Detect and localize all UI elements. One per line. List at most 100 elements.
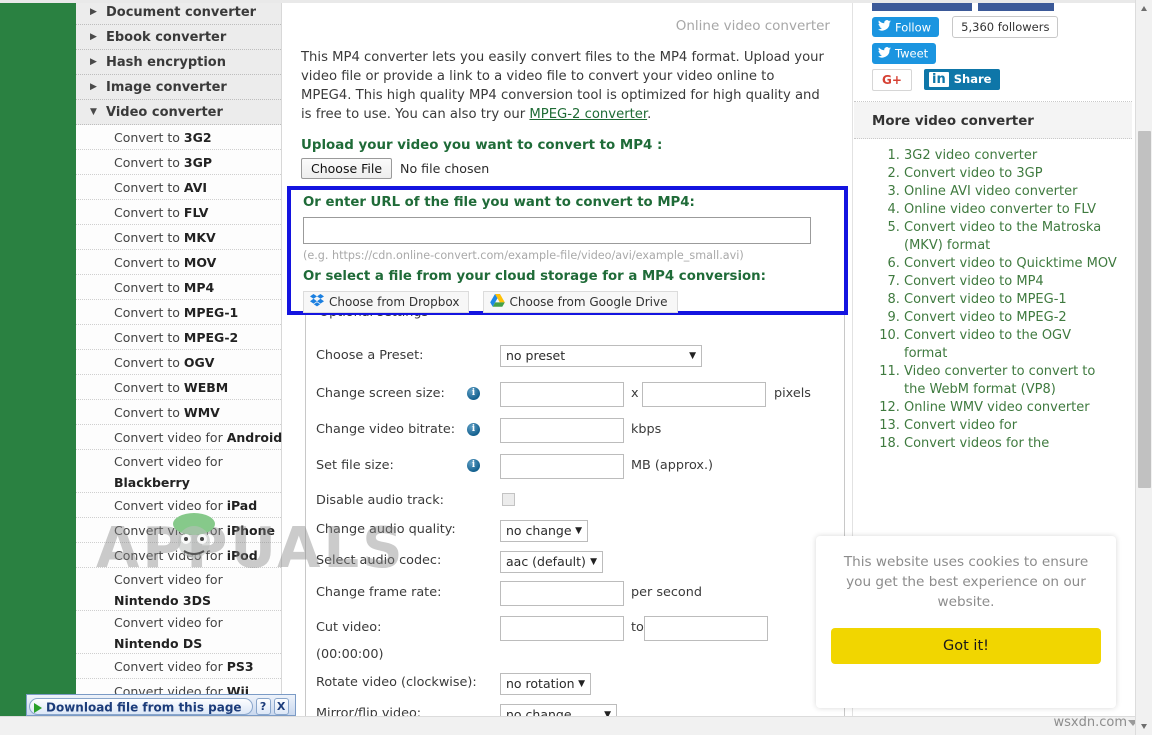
no-file-chosen-label: No file chosen [400,161,490,176]
row-cut-video-format: (00:00:00) [306,647,846,669]
nav-item[interactable]: Convert to OGV [76,350,281,375]
nav-item[interactable]: Convert to MP4 [76,275,281,300]
nav-item[interactable]: Convert video for Blackberry [76,450,281,493]
more-list-item[interactable]: Convert video to the Matroska (MKV) form… [904,219,1118,255]
cookie-accept-button[interactable]: Got it! [831,628,1101,664]
more-list-item[interactable]: Online video converter to FLV [904,201,1118,219]
nav-item[interactable]: Convert to FLV [76,200,281,225]
nav-item-prefix: Convert video for [114,548,227,563]
more-list-item[interactable]: Online AVI video converter [904,183,1118,201]
row-change-video-bitrate: Change video bitrate: i kbps [306,418,846,444]
preset-select[interactable]: no preset ▼ [500,345,702,367]
choose-from-google-drive-button[interactable]: Choose from Google Drive [482,291,678,313]
more-list-item[interactable]: 3G2 video converter [904,147,1118,165]
more-list-item[interactable]: Online WMV video converter [904,399,1118,417]
audio-codec-select[interactable]: aac (default) ▼ [500,551,603,573]
nav-item[interactable]: Convert video for iPad [76,493,281,518]
info-icon-screen-size[interactable]: i [467,387,480,400]
nav-group-label: Ebook converter [106,30,227,45]
choose-from-dropbox-button[interactable]: Choose from Dropbox [303,291,470,313]
download-close-button[interactable]: X [273,698,289,715]
nav-item[interactable]: Convert to MOV [76,250,281,275]
twitter-tweet-button[interactable]: Tweet [872,43,937,64]
nav-item[interactable]: Convert to MPEG-1 [76,300,281,325]
nav-item-prefix: Convert to [114,280,184,295]
video-bitrate-input[interactable] [500,418,624,443]
nav-item-prefix: Convert to [114,180,184,195]
info-icon-file-size[interactable]: i [467,459,480,472]
nav-item[interactable]: Convert to 3GP [76,150,281,175]
nav-group-document-converter[interactable]: ▶ Document converter [76,0,281,25]
twitter-followers-count[interactable]: 5,360 followers [952,16,1059,38]
nav-group-hash-encryption[interactable]: ▶ Hash encryption [76,50,281,75]
twitter-follow-label: Follow [895,20,932,35]
row-change-frame-rate: Change frame rate: per second [306,581,846,607]
linkedin-share-button[interactable]: in Share [924,69,1001,91]
twitter-follow-button[interactable]: Follow [872,16,940,38]
more-list-item[interactable]: Convert video to MPEG-1 [904,291,1118,309]
nav-item[interactable]: Convert video for Nintendo 3DS [76,568,281,611]
frame-rate-input[interactable] [500,581,624,606]
nav-item[interactable]: Convert video for Nintendo DS [76,611,281,654]
info-icon-bitrate[interactable]: i [467,423,480,436]
nav-item-format: FLV [183,205,209,220]
more-list-item[interactable]: Convert video to MP4 [904,273,1118,291]
screen-width-input[interactable] [500,382,624,407]
nav-item[interactable]: Convert video for iPhone [76,518,281,543]
download-file-button[interactable]: Download file from this page [29,698,253,715]
download-help-button[interactable]: ? [255,698,271,715]
more-list-item[interactable]: Convert video to MPEG-2 [904,309,1118,327]
screen-height-input[interactable] [642,382,766,407]
url-input[interactable] [303,217,811,244]
nav-item[interactable]: Convert video for iPod [76,543,281,568]
play-triangle-icon [34,702,42,713]
more-list-item[interactable]: Convert video to Quicktime MOV [904,255,1118,273]
nav-item[interactable]: Convert to AVI [76,175,281,200]
nav-item[interactable]: Convert to WMV [76,400,281,425]
nav-item[interactable]: Convert to MPEG-2 [76,325,281,350]
google-plus-button[interactable]: G+ [872,68,912,91]
file-size-unit: MB (approx.) [631,458,714,473]
audio-codec-value: aac (default) [506,554,586,569]
nav-item[interactable]: Convert to MKV [76,225,281,250]
nav-item-prefix: Convert to [114,205,184,220]
nav-item[interactable]: Convert video for PS3 [76,654,281,679]
select-audio-codec-label: Select audio codec: [316,553,442,568]
scrollbar-thumb[interactable] [1138,131,1151,488]
scroll-up-button[interactable] [1136,0,1152,17]
dropbox-icon [310,294,324,310]
cut-video-to-label: to [631,620,644,635]
nav-item[interactable]: Convert to 3G2 [76,125,281,150]
more-list-item[interactable]: Convert video to the OGV format [904,327,1118,363]
more-list-item[interactable]: Convert videos for the [904,435,1118,453]
vertical-scrollbar[interactable] [1135,0,1152,735]
cut-video-time-format: (00:00:00) [316,647,384,662]
cookie-consent-message: This website uses cookies to ensure you … [843,554,1089,610]
cut-video-from-input[interactable] [500,616,624,641]
nav-item-format: WEBM [183,380,229,395]
twitter-follow-row: Follow 5,360 followers [872,16,1132,38]
nav-item-format: MP4 [183,280,215,295]
page-root: ▶ Document converter ▶ Ebook converter ▶ Hash… [0,0,1152,735]
more-list-item[interactable]: Convert video to 3GP [904,165,1118,183]
nav-group-video-converter[interactable]: ▼ Video converter [76,100,281,125]
rotate-video-select[interactable]: no rotation ▼ [500,673,591,695]
choose-file-button[interactable]: Choose File [301,158,393,179]
scroll-down-button[interactable] [1136,718,1152,735]
more-list-item[interactable]: Convert video for [904,417,1118,435]
cloud-buttons-row: Choose from Dropbox Choose from Google D… [303,291,834,313]
social-share-pane: Follow 5,360 followers Tweet G+ in Share [854,0,1132,102]
row-select-audio-codec: Select audio codec: aac (default) ▼ [306,551,846,575]
file-size-input[interactable] [500,454,624,479]
nav-group-image-converter[interactable]: ▶ Image converter [76,75,281,100]
disable-audio-track-checkbox[interactable] [502,493,515,506]
nav-item[interactable]: Convert to WEBM [76,375,281,400]
nav-item[interactable]: Convert video for Android [76,425,282,450]
cut-video-to-input[interactable] [644,616,768,641]
url-heading: Or enter URL of the file you want to con… [303,195,695,210]
more-video-converter-list: 3G2 video converterConvert video to 3GPO… [854,147,1118,453]
mpeg2-converter-link[interactable]: MPEG-2 converter [529,107,647,122]
more-list-item[interactable]: Video converter to convert to the WebM f… [904,363,1118,399]
audio-quality-select[interactable]: no change ▼ [500,520,588,542]
nav-group-ebook-converter[interactable]: ▶ Ebook converter [76,25,281,50]
